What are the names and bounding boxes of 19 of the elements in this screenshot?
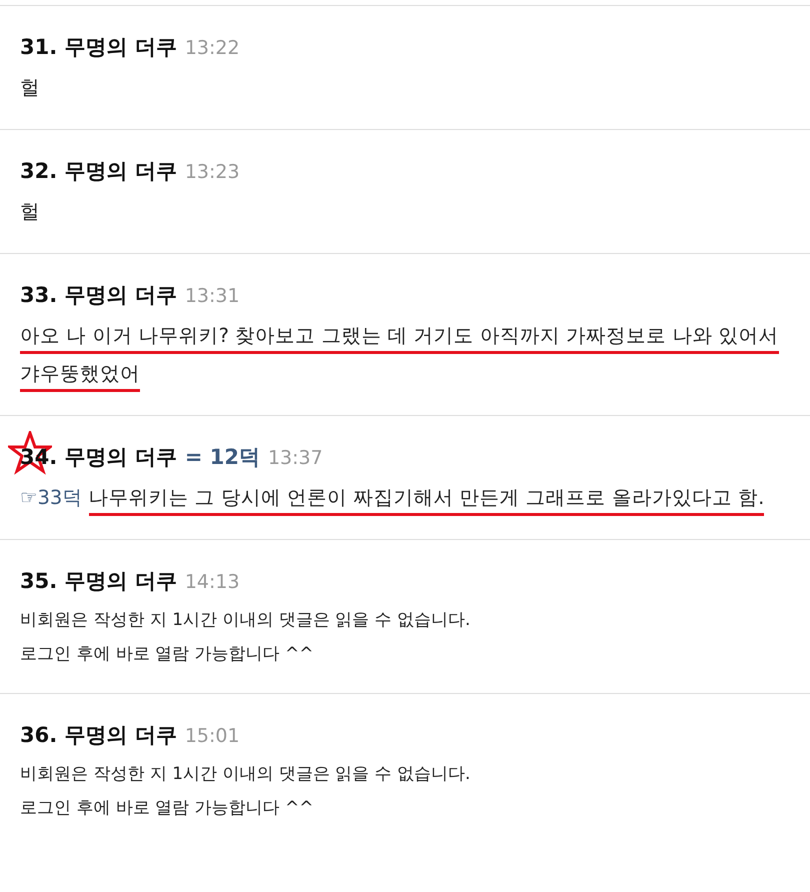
- comment-author: 36. 무명의 더쿠: [20, 722, 177, 749]
- comment-text: 헐: [20, 75, 41, 101]
- comment-time: 13:22: [184, 37, 240, 59]
- comment-score: = 12덕: [184, 444, 260, 471]
- comment-time: 13:37: [268, 447, 323, 469]
- reply-link[interactable]: ☞33덕: [20, 486, 82, 509]
- comment-author: 35. 무명의 더쿠: [20, 568, 177, 595]
- comment-text: 비회원은 작성한 지 1시간 이내의 댓글은 읽을 수 없습니다.: [20, 764, 470, 786]
- comment-time: 13:23: [184, 161, 240, 183]
- comment-author: 32. 무명의 더쿠: [20, 158, 177, 185]
- comment-time: 13:31: [184, 285, 240, 307]
- comment-text: 로그인 후에 바로 열람 가능합니다 ^^: [20, 644, 314, 666]
- comment-author: 33. 무명의 더쿠: [20, 282, 177, 309]
- comment-time: 14:13: [184, 571, 240, 593]
- comment-text: 비회원은 작성한 지 1시간 이내의 댓글은 읽을 수 없습니다.: [20, 610, 470, 632]
- comment-time: 15:01: [184, 725, 240, 747]
- comment-text: 로그인 후에 바로 열람 가능합니다 ^^: [20, 798, 314, 820]
- comment-author: 31. 무명의 더쿠: [20, 34, 177, 61]
- comment-text: 헐: [20, 199, 41, 225]
